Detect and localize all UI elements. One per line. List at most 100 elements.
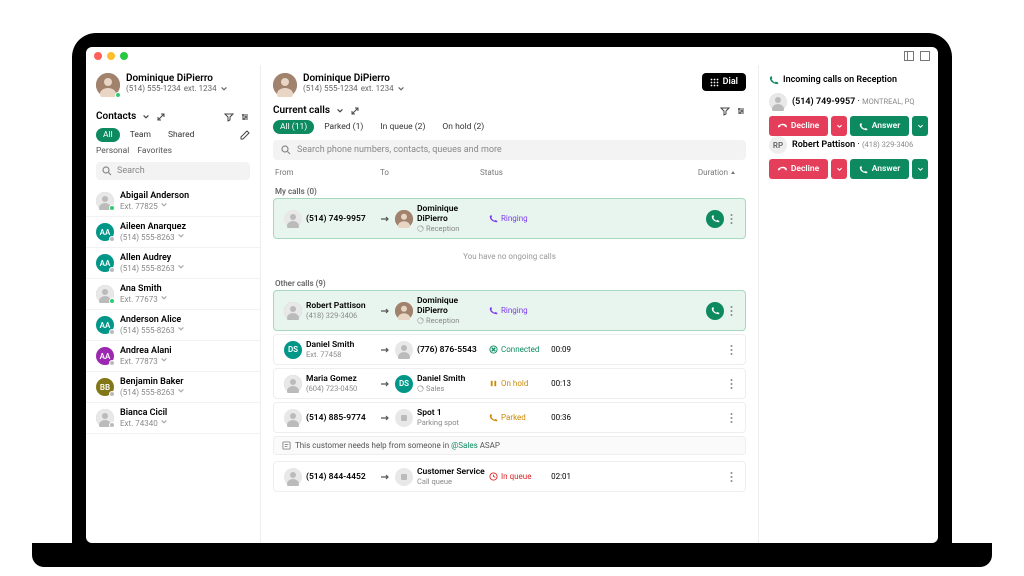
answer-button[interactable] — [706, 302, 724, 320]
expand-icon[interactable] — [920, 51, 930, 61]
decline-dropdown[interactable] — [831, 159, 847, 179]
contact-name: Anderson Alice — [120, 315, 185, 325]
contact-item[interactable]: AA Andrea Alani Ext. 77873 — [86, 341, 260, 372]
incoming-call-card: (514) 749-9957 · MONTREAL, PQ Decline An… — [769, 93, 928, 136]
answer-dropdown[interactable] — [912, 116, 928, 136]
contact-name: Bianca Cicil — [120, 408, 168, 418]
contact-sub: Ext. 77873 — [120, 356, 172, 366]
arrow-right-icon — [379, 412, 395, 424]
page-user-name: Dominique DiPierro — [303, 73, 405, 84]
call-row[interactable]: DSDaniel SmithExt. 77458 (776) 876-5543 … — [273, 334, 746, 365]
settings-icon[interactable] — [240, 112, 250, 122]
more-button[interactable] — [728, 471, 735, 483]
minimize-window-button[interactable] — [107, 52, 115, 60]
maximize-window-button[interactable] — [120, 52, 128, 60]
contact-sub: Ext. 74340 — [120, 418, 168, 428]
contact-item[interactable]: BB Benjamin Baker (514) 555-8263 — [86, 372, 260, 403]
column-duration[interactable]: Duration — [698, 168, 728, 177]
contact-item[interactable]: AA Allen Audrey (514) 555-8263 — [86, 248, 260, 279]
call-duration: 00:13 — [541, 379, 571, 388]
contact-name: Ana Smith — [120, 284, 168, 294]
current-calls-title: Current calls — [273, 105, 330, 116]
dest-icon — [395, 409, 413, 427]
window-titlebar — [86, 47, 938, 65]
dest-icon — [395, 468, 413, 486]
panel-icon[interactable] — [904, 51, 914, 61]
call-row[interactable]: Robert Pattison(418) 329-3406 Dominique … — [273, 290, 746, 331]
more-button[interactable] — [728, 305, 735, 317]
calls-tab[interactable]: Parked (1) — [317, 120, 370, 134]
answer-button[interactable] — [706, 210, 724, 228]
arrow-right-icon — [379, 471, 395, 483]
anon-avatar — [284, 409, 302, 427]
call-row[interactable]: Maria Gomez(604) 723-0450 DSDaniel Smith… — [273, 368, 746, 399]
chevron-down-icon[interactable] — [336, 107, 344, 115]
anon-avatar — [769, 93, 787, 111]
user-avatar[interactable] — [96, 73, 120, 97]
more-button[interactable] — [728, 378, 735, 390]
callee-avatar: DS — [395, 375, 413, 393]
arrow-right-icon — [379, 344, 395, 356]
call-status: Ringing — [489, 306, 541, 315]
contacts-tab-shared[interactable]: Shared — [161, 128, 201, 142]
contact-item[interactable]: AA Anderson Alice (514) 555-8263 — [86, 310, 260, 341]
decline-dropdown[interactable] — [831, 116, 847, 136]
expand-icon[interactable] — [156, 112, 166, 122]
contact-item[interactable]: AA Aileen Anarquez (514) 555-8263 — [86, 217, 260, 248]
contact-item[interactable]: Bianca Cicil Ext. 74340 — [86, 403, 260, 434]
contacts-tab-favorites[interactable]: Favorites — [137, 146, 172, 156]
caller-avatar: RP — [769, 136, 787, 154]
caller-avatar — [284, 302, 302, 320]
close-window-button[interactable] — [94, 52, 102, 60]
contacts-tab-all[interactable]: All — [96, 128, 120, 142]
expand-icon[interactable] — [350, 106, 360, 116]
contacts-search[interactable]: Search — [96, 162, 250, 180]
more-button[interactable] — [728, 412, 735, 424]
search-icon — [102, 166, 112, 176]
contact-avatar: AA — [96, 254, 114, 272]
call-note: This customer needs help from someone in… — [273, 436, 746, 455]
chevron-down-icon[interactable] — [220, 85, 228, 93]
dial-button[interactable]: Dial — [702, 73, 746, 91]
contact-sub: (514) 555-8263 — [120, 263, 185, 273]
decline-button[interactable]: Decline — [769, 116, 828, 136]
dialpad-icon — [710, 78, 719, 87]
calls-tab[interactable]: All (11) — [273, 120, 314, 134]
filter-icon[interactable] — [720, 106, 730, 116]
contact-avatar — [96, 285, 114, 303]
incoming-title: Incoming calls on Reception — [783, 75, 897, 85]
contacts-tab-personal[interactable]: Personal — [96, 146, 129, 156]
decline-button[interactable]: Decline — [769, 159, 828, 179]
answer-button[interactable]: Answer — [850, 116, 909, 136]
my-calls-label: My calls (0) — [261, 179, 758, 198]
calls-tab[interactable]: In queue (2) — [373, 120, 432, 134]
phone-incoming-icon — [769, 75, 779, 85]
more-button[interactable] — [728, 213, 735, 225]
contact-item[interactable]: Abigail Anderson Ext. 77825 — [86, 186, 260, 217]
calls-tab[interactable]: On hold (2) — [435, 120, 491, 134]
call-row[interactable]: (514) 749-9957 Dominique DiPierroRecepti… — [273, 198, 746, 239]
chevron-down-icon[interactable] — [142, 113, 150, 121]
answer-button[interactable]: Answer — [850, 159, 909, 179]
chevron-down-icon[interactable] — [397, 85, 405, 93]
contact-name: Benjamin Baker — [120, 377, 185, 387]
answer-dropdown[interactable] — [912, 159, 928, 179]
other-calls-label: Other calls (9) — [261, 271, 758, 290]
call-duration: 00:36 — [541, 413, 571, 422]
contact-name: Andrea Alani — [120, 346, 172, 356]
call-row[interactable]: (514) 844-4452 Customer ServiceCall queu… — [273, 461, 746, 492]
contact-item[interactable]: Ana Smith Ext. 77673 — [86, 279, 260, 310]
contact-avatar: AA — [96, 316, 114, 334]
call-row[interactable]: (514) 885-9774 Spot 1Parking spot Parked… — [273, 402, 746, 433]
note-icon — [282, 441, 291, 450]
calls-search[interactable]: Search phone numbers, contacts, queues a… — [273, 140, 746, 160]
edit-icon[interactable] — [240, 130, 250, 140]
more-button[interactable] — [728, 344, 735, 356]
settings-icon[interactable] — [736, 106, 746, 116]
contact-name: Abigail Anderson — [120, 191, 189, 201]
decline-icon — [778, 165, 787, 174]
contacts-tab-team[interactable]: Team — [123, 128, 158, 142]
call-status: On hold — [489, 379, 541, 388]
call-status: In queue — [489, 472, 541, 481]
filter-icon[interactable] — [224, 112, 234, 122]
